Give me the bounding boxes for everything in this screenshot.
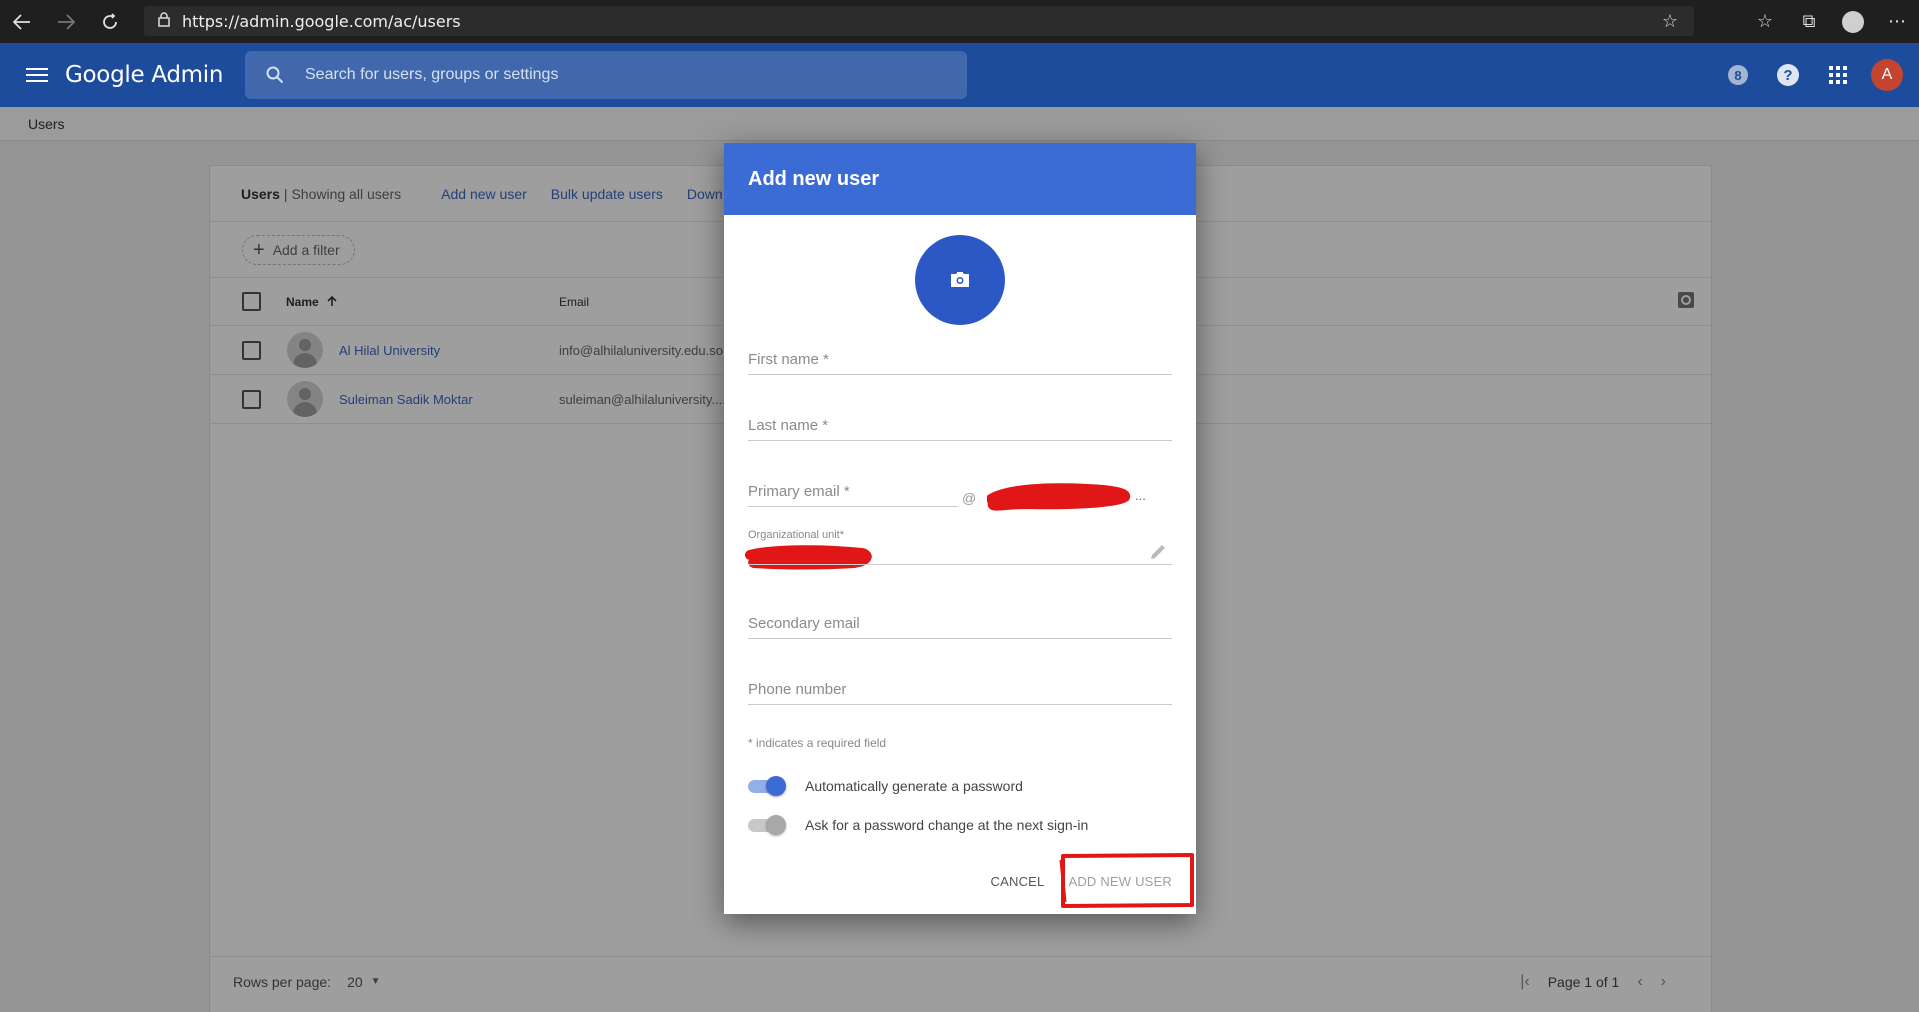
auto-password-toggle[interactable] bbox=[748, 776, 786, 796]
star-icon[interactable]: ☆ bbox=[1662, 11, 1678, 32]
brand-logo[interactable]: Google Admin bbox=[65, 62, 223, 88]
search-icon bbox=[245, 66, 305, 84]
at-sign: @ bbox=[962, 490, 977, 506]
search-input[interactable] bbox=[305, 66, 905, 84]
app-header: Google Admin 8 ? A bbox=[0, 43, 1919, 107]
notification-badge[interactable]: 8 bbox=[1713, 65, 1763, 85]
password-change-toggle[interactable] bbox=[748, 815, 786, 835]
browser-toolbar: https://admin.google.com/ac/users ☆ ☆ ⧉ … bbox=[0, 0, 1919, 43]
phone-number-field bbox=[748, 681, 1172, 705]
org-unit-label: Organizational unit* bbox=[748, 529, 845, 541]
last-name-field bbox=[748, 417, 1172, 441]
primary-email-field bbox=[748, 483, 958, 507]
domain-redaction-mark bbox=[987, 483, 1131, 511]
password-change-label: Ask for a password change at the next si… bbox=[805, 817, 1089, 833]
pencil-icon[interactable] bbox=[1149, 543, 1167, 566]
help-icon[interactable]: ? bbox=[1763, 64, 1813, 86]
auto-password-row: Automatically generate a password bbox=[748, 776, 1023, 796]
more-icon[interactable]: ⋯ bbox=[1875, 11, 1919, 32]
collections-icon[interactable]: ⧉ bbox=[1787, 11, 1831, 32]
profile-icon[interactable] bbox=[1831, 10, 1875, 33]
menu-icon[interactable] bbox=[26, 68, 48, 82]
secondary-email-field bbox=[748, 615, 1172, 639]
primary-email-input[interactable] bbox=[748, 483, 958, 506]
annotation-highlight-box bbox=[1059, 853, 1194, 908]
address-bar[interactable]: https://admin.google.com/ac/users ☆ bbox=[144, 6, 1694, 36]
dialog-title: Add new user bbox=[724, 143, 1196, 215]
refresh-icon[interactable] bbox=[88, 0, 132, 43]
forward-arrow-icon[interactable] bbox=[44, 0, 88, 43]
domain-ellipsis: ... bbox=[1135, 488, 1146, 503]
camera-icon bbox=[951, 272, 969, 287]
browser-actions: ☆ ⧉ ⋯ bbox=[1743, 0, 1919, 43]
url-text: https://admin.google.com/ac/users bbox=[182, 11, 461, 31]
lock-icon bbox=[158, 11, 182, 31]
password-change-row: Ask for a password change at the next si… bbox=[748, 815, 1088, 835]
phone-number-input[interactable] bbox=[748, 681, 1172, 704]
cancel-button[interactable]: CANCEL bbox=[991, 874, 1045, 889]
org-unit-field[interactable] bbox=[748, 564, 1172, 565]
org-unit-redaction-mark bbox=[745, 545, 872, 570]
apps-grid-icon[interactable] bbox=[1813, 66, 1863, 84]
first-name-input[interactable] bbox=[748, 351, 1172, 374]
upload-photo-button[interactable] bbox=[915, 235, 1005, 325]
account-avatar[interactable]: A bbox=[1871, 59, 1903, 91]
favorites-icon[interactable]: ☆ bbox=[1743, 11, 1787, 32]
first-name-field bbox=[748, 351, 1172, 375]
required-field-note: * indicates a required field bbox=[748, 736, 887, 750]
back-arrow-icon[interactable] bbox=[0, 0, 44, 43]
search-box[interactable] bbox=[245, 51, 967, 99]
header-actions: 8 ? A bbox=[1713, 43, 1919, 107]
add-user-dialog: Add new user @ ... Organizational unit* … bbox=[724, 143, 1196, 914]
secondary-email-input[interactable] bbox=[748, 615, 1172, 638]
auto-password-label: Automatically generate a password bbox=[805, 778, 1023, 794]
last-name-input[interactable] bbox=[748, 417, 1172, 440]
